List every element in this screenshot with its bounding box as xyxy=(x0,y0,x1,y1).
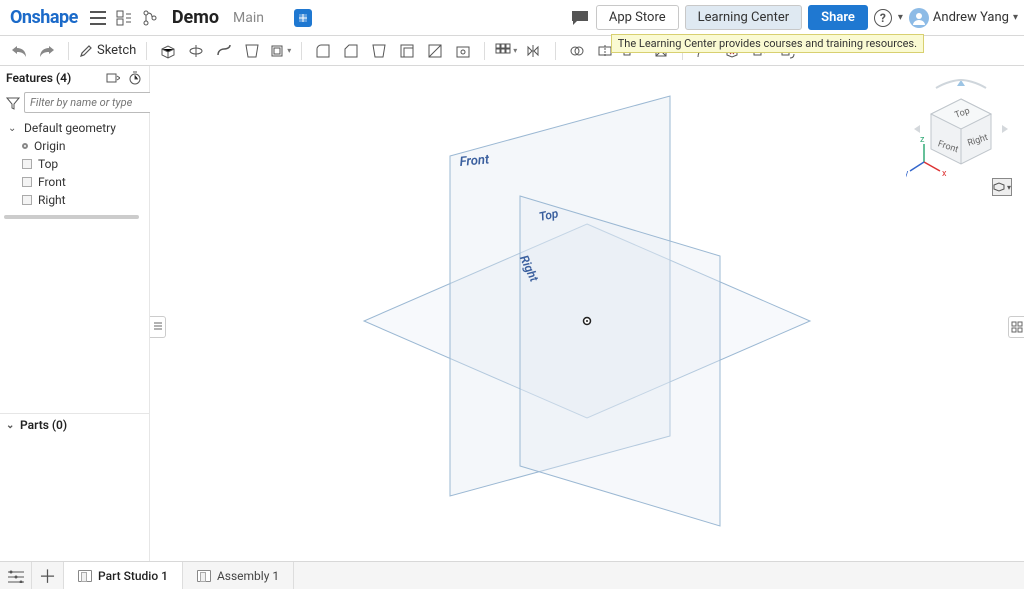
app-store-button[interactable]: App Store xyxy=(596,5,679,30)
share-button[interactable]: Share xyxy=(808,5,868,30)
hole-icon[interactable] xyxy=(452,40,474,62)
svg-text:z: z xyxy=(920,135,925,145)
tab-label: Part Studio 1 xyxy=(98,569,168,583)
workspace-name[interactable]: Main xyxy=(233,10,264,26)
comments-icon[interactable] xyxy=(570,8,590,28)
tree-item-label: Origin xyxy=(34,139,66,153)
feature-sidebar: Features (4) ⌄ Default geometry xyxy=(0,66,150,561)
svg-text:x: x xyxy=(942,169,947,179)
sketch-label: Sketch xyxy=(97,43,136,58)
tab-label: Assembly 1 xyxy=(217,569,279,583)
featurescript-notice-icon[interactable] xyxy=(294,9,312,27)
sweep-icon[interactable] xyxy=(213,40,235,62)
origin-icon xyxy=(22,143,28,149)
draft-icon[interactable] xyxy=(368,40,390,62)
features-header-label: Features (4) xyxy=(6,71,71,85)
revolve-icon[interactable] xyxy=(185,40,207,62)
tree-item-label: Right xyxy=(38,193,66,207)
fillet-icon[interactable] xyxy=(312,40,334,62)
tree-item-label: Top xyxy=(38,157,58,171)
boolean-icon[interactable] xyxy=(566,40,588,62)
plane-icon xyxy=(22,177,32,187)
linear-pattern-icon[interactable] xyxy=(495,40,517,62)
header-bar: Onshape Demo Main App Store Learning Cen… xyxy=(0,0,1024,36)
tree-item-right[interactable]: Right xyxy=(0,191,149,209)
3d-viewport[interactable]: Front Top Right Top Front Right xyxy=(150,66,1024,561)
stopwatch-icon[interactable] xyxy=(127,70,143,86)
plane-icon xyxy=(22,159,32,169)
loft-icon[interactable] xyxy=(241,40,263,62)
plane-icon xyxy=(22,195,32,205)
learning-center-button[interactable]: Learning Center xyxy=(685,5,803,30)
version-graph-icon[interactable] xyxy=(140,8,160,28)
help-icon[interactable]: ? xyxy=(874,9,892,27)
help-dropdown-caret[interactable]: ▾ xyxy=(898,12,903,23)
svg-text:y: y xyxy=(906,169,909,179)
tab-bar: ＋ Part Studio 1 Assembly 1 xyxy=(0,561,1024,589)
document-title[interactable]: Demo xyxy=(172,7,219,28)
parts-header[interactable]: ⌄ Parts (0) xyxy=(0,413,149,436)
extrude-icon[interactable] xyxy=(157,40,179,62)
add-tab-button[interactable]: ＋ xyxy=(32,562,64,589)
features-header: Features (4) xyxy=(0,66,149,90)
learning-center-tooltip: The Learning Center provides courses and… xyxy=(611,34,924,53)
tree-settings-icon[interactable] xyxy=(114,8,134,28)
assembly-icon xyxy=(197,570,211,582)
user-menu[interactable]: Andrew Yang ▾ xyxy=(909,8,1018,28)
redo-icon[interactable] xyxy=(36,40,58,62)
chevron-down-icon: ⌄ xyxy=(8,123,18,134)
tree-item-label: Front xyxy=(38,175,66,189)
tree-item-origin[interactable]: Origin xyxy=(0,137,149,155)
rib-icon[interactable] xyxy=(424,40,446,62)
rollback-icon[interactable] xyxy=(105,70,121,86)
feature-tree: ⌄ Default geometry Origin Top Front Righ… xyxy=(0,119,149,209)
tree-item-top[interactable]: Top xyxy=(0,155,149,173)
chevron-down-icon: ⌄ xyxy=(6,420,16,431)
filter-icon[interactable] xyxy=(6,95,20,111)
shell-icon[interactable] xyxy=(396,40,418,62)
tree-item-front[interactable]: Front xyxy=(0,173,149,191)
pencil-icon xyxy=(79,44,93,58)
sketch-button[interactable]: Sketch xyxy=(79,43,136,58)
parts-header-label: Parts (0) xyxy=(20,418,67,432)
thicken-icon[interactable] xyxy=(269,40,291,62)
part-studio-icon xyxy=(78,570,92,582)
user-avatar-icon xyxy=(909,8,929,28)
user-dropdown-caret: ▾ xyxy=(1013,12,1018,23)
right-panel-handle[interactable] xyxy=(1008,316,1024,338)
plane-label-front: Front xyxy=(459,152,490,170)
feature-scroll-thumb[interactable] xyxy=(4,215,139,219)
tab-manager-icon[interactable] xyxy=(0,562,32,589)
display-mode-button[interactable] xyxy=(992,178,1012,196)
mirror-icon[interactable] xyxy=(523,40,545,62)
app-logo[interactable]: Onshape xyxy=(6,7,82,28)
undo-icon[interactable] xyxy=(8,40,30,62)
user-name: Andrew Yang xyxy=(933,10,1009,25)
tree-root-label: Default geometry xyxy=(24,121,116,135)
sidebar-collapse-handle[interactable] xyxy=(150,316,166,338)
tree-root-default-geometry[interactable]: ⌄ Default geometry xyxy=(0,119,149,137)
chamfer-icon[interactable] xyxy=(340,40,362,62)
tab-part-studio[interactable]: Part Studio 1 xyxy=(64,562,183,589)
tab-assembly[interactable]: Assembly 1 xyxy=(183,562,294,589)
menu-icon[interactable] xyxy=(88,8,108,28)
